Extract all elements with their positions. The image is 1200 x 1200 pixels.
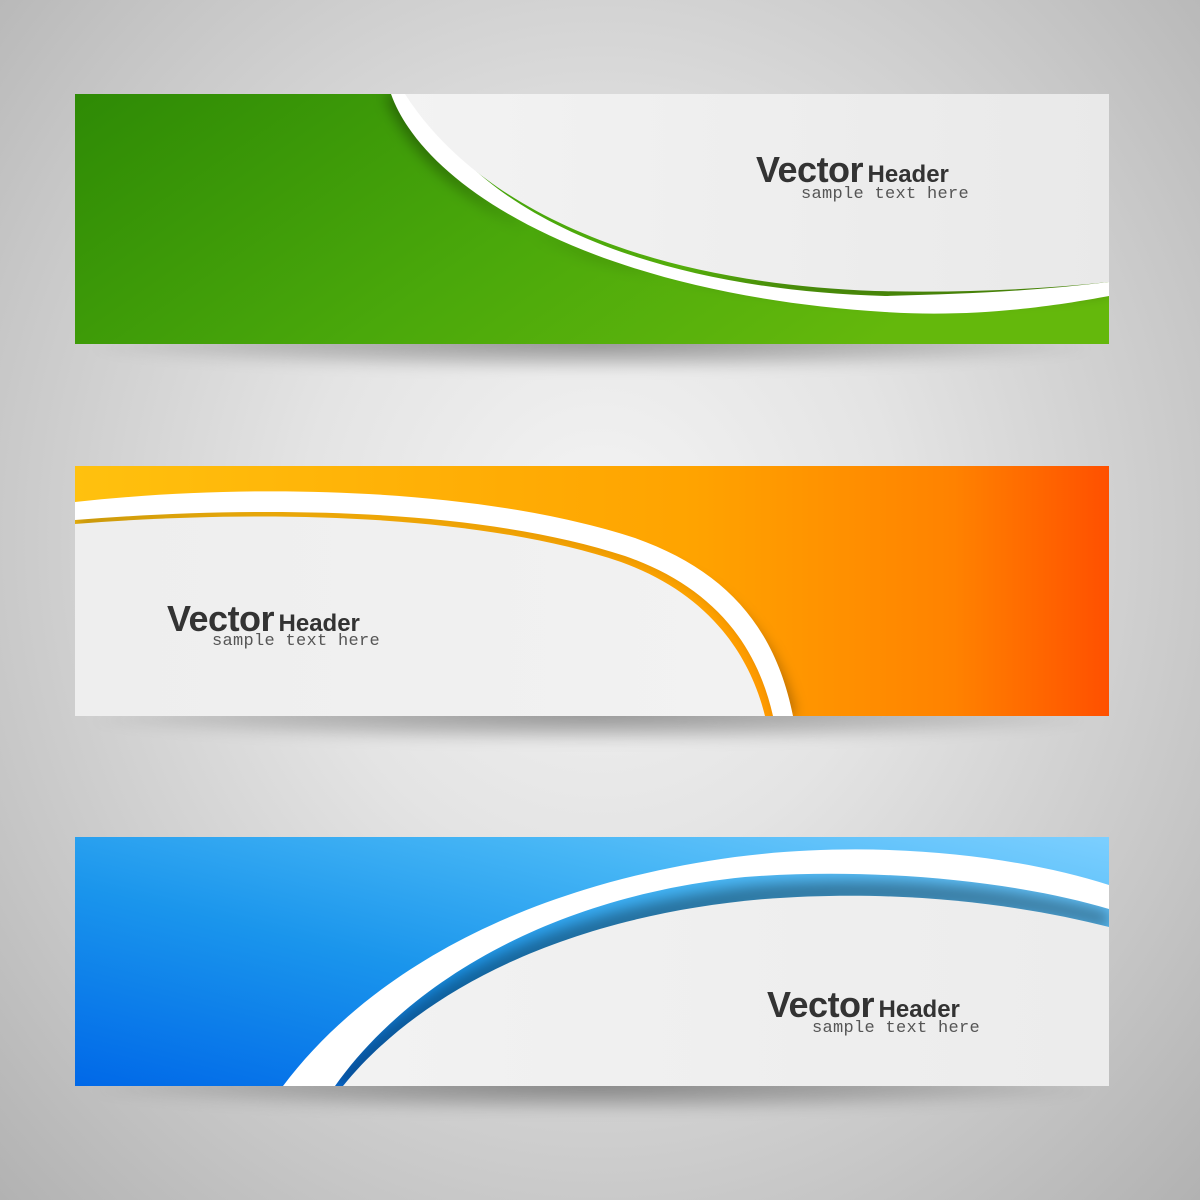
header-banner-orange: Vector Header sample text here [75,466,1109,742]
banner-title: Vector Header [767,987,960,1023]
banner-subtitle: sample text here [801,185,970,204]
banner-subtitle: sample text here [812,1019,981,1038]
banner-graphic-blue [75,837,1109,1086]
banner-title: Vector Header [756,152,949,188]
title-rest: Header [867,161,949,188]
banner-subtitle: sample text here [212,632,381,651]
header-banner-blue: Vector Header sample text here [75,837,1109,1112]
banner-graphic-green [75,94,1109,344]
banner-graphic-orange [75,466,1109,716]
header-banner-green: Vector Header sample text here [75,94,1109,370]
title-main: Vector [756,149,864,190]
